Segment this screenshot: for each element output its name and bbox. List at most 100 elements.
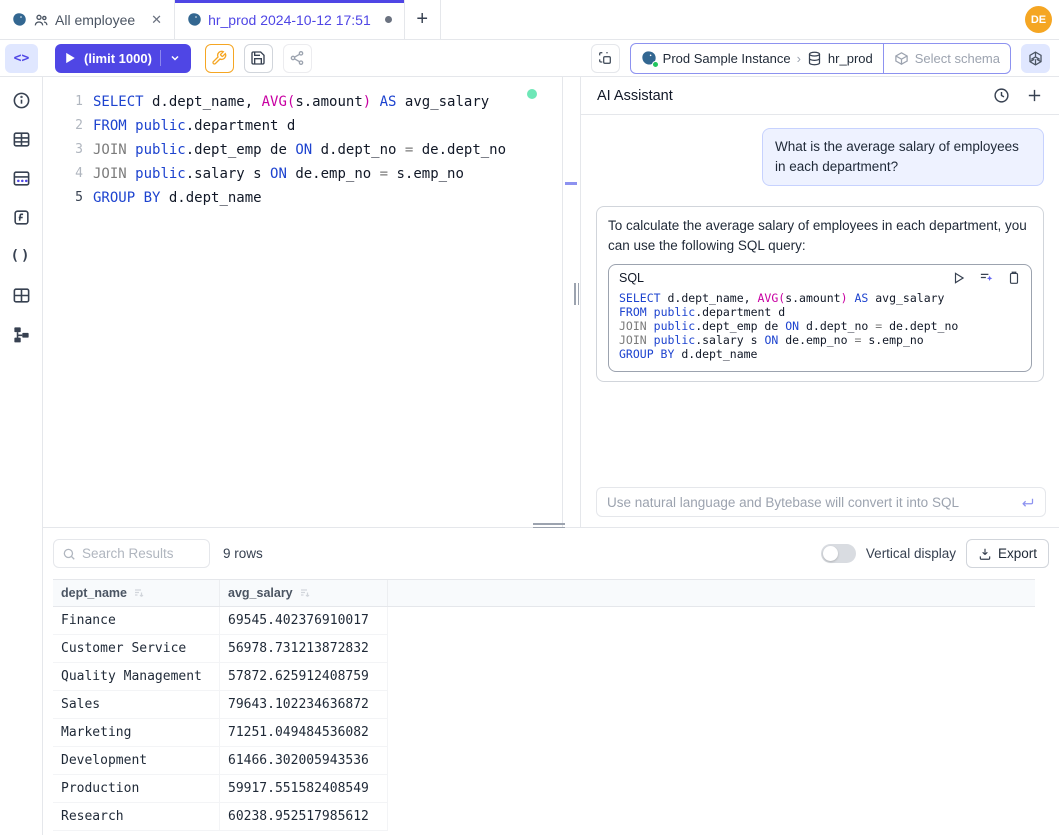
sidebar-procedures-button[interactable]: () bbox=[10, 245, 32, 267]
connection-breadcrumb: Prod Sample Instance › hr_prod Select sc… bbox=[630, 43, 1011, 74]
ai-prompt-input[interactable] bbox=[607, 495, 1020, 510]
search-results-input[interactable] bbox=[82, 546, 201, 561]
row-filler bbox=[388, 803, 1035, 831]
format-sql-button[interactable] bbox=[205, 44, 234, 73]
download-icon bbox=[978, 547, 992, 561]
sidebar-views-button[interactable] bbox=[10, 284, 32, 306]
export-button[interactable]: Export bbox=[966, 539, 1049, 568]
code-panel-toggle-button[interactable]: <> bbox=[5, 44, 38, 73]
column-header-avg-salary[interactable]: avg_salary bbox=[220, 580, 388, 606]
table-row: Sales79643.102234636872 bbox=[53, 691, 1035, 719]
sidebar-tables-button[interactable] bbox=[10, 128, 32, 150]
assistant-intro-text: To calculate the average salary of emplo… bbox=[608, 216, 1032, 256]
insert-sparkle-icon bbox=[978, 270, 995, 285]
info-icon bbox=[12, 91, 31, 110]
insert-into-editor-button[interactable] bbox=[978, 270, 995, 285]
table-row: Finance69545.402376910017 bbox=[53, 607, 1035, 635]
code-line: GROUP BY d.dept_name bbox=[619, 347, 1021, 361]
new-tab-button[interactable]: + bbox=[405, 0, 441, 39]
avatar[interactable]: DE bbox=[1025, 6, 1052, 33]
editor-code[interactable]: SELECT d.dept_name, AVG(s.amount) AS avg… bbox=[93, 90, 562, 210]
cell-avg-salary[interactable]: 56978.731213872832 bbox=[220, 635, 388, 663]
sort-icon[interactable] bbox=[133, 587, 145, 599]
play-outline-icon bbox=[952, 271, 966, 285]
row-filler bbox=[388, 607, 1035, 635]
close-icon[interactable]: ✕ bbox=[151, 12, 162, 28]
cell-dept-name[interactable]: Quality Management bbox=[53, 663, 220, 691]
chevron-down-icon bbox=[169, 52, 181, 64]
database-icon bbox=[807, 51, 822, 66]
history-button[interactable] bbox=[993, 87, 1010, 104]
database-name: hr_prod bbox=[828, 51, 873, 66]
line-number: 2 bbox=[43, 114, 83, 138]
table-row: Customer Service56978.731213872832 bbox=[53, 635, 1035, 663]
cell-avg-salary[interactable]: 79643.102234636872 bbox=[220, 691, 388, 719]
cell-dept-name[interactable]: Marketing bbox=[53, 719, 220, 747]
cell-dept-name[interactable]: Production bbox=[53, 775, 220, 803]
tab-label: hr_prod 2024-10-12 17:51 bbox=[208, 12, 371, 28]
table-icon bbox=[12, 130, 31, 149]
ai-panel-title: AI Assistant bbox=[597, 88, 673, 104]
ai-assistant-button[interactable] bbox=[1021, 44, 1050, 73]
sidebar-schema-diagram-button[interactable] bbox=[10, 323, 32, 345]
row-filler bbox=[388, 691, 1035, 719]
tab-hr-prod[interactable]: hr_prod 2024-10-12 17:51 bbox=[175, 0, 405, 39]
results-toolbar: 9 rows Vertical display Export bbox=[43, 528, 1059, 579]
search-results-box[interactable] bbox=[53, 539, 210, 568]
wrench-icon bbox=[211, 50, 227, 66]
tab-all-employee[interactable]: All employee ✕ bbox=[0, 0, 175, 39]
cell-avg-salary[interactable]: 57872.625912408759 bbox=[220, 663, 388, 691]
code-line: JOIN public.salary s ON de.emp_no = s.em… bbox=[619, 333, 1021, 347]
enter-icon[interactable] bbox=[1020, 495, 1035, 510]
vertical-resize-handle[interactable] bbox=[574, 283, 579, 305]
table-row: Quality Management57872.625912408759 bbox=[53, 663, 1035, 691]
new-chat-button[interactable] bbox=[1026, 87, 1043, 104]
sidebar-info-button[interactable] bbox=[10, 89, 32, 111]
cell-dept-name[interactable]: Research bbox=[53, 803, 220, 831]
cell-avg-salary[interactable]: 69545.402376910017 bbox=[220, 607, 388, 635]
clock-icon bbox=[993, 87, 1010, 104]
code-line: JOIN public.salary s ON de.emp_no = s.em… bbox=[93, 162, 562, 186]
tab-label: All employee bbox=[55, 12, 135, 28]
cell-dept-name[interactable]: Finance bbox=[53, 607, 220, 635]
row-count-label: 9 rows bbox=[223, 546, 263, 561]
schema-placeholder: Select schema bbox=[915, 51, 1000, 66]
code-line: SELECT d.dept_name, AVG(s.amount) AS avg… bbox=[93, 90, 562, 114]
sort-icon[interactable] bbox=[299, 587, 311, 599]
results-table-body: Finance69545.402376910017Customer Servic… bbox=[53, 607, 1035, 831]
left-sidebar: () bbox=[0, 77, 43, 835]
cell-dept-name[interactable]: Development bbox=[53, 747, 220, 775]
results-panel: 9 rows Vertical display Export dept_name… bbox=[43, 527, 1059, 835]
sidebar-functions-button[interactable] bbox=[10, 206, 32, 228]
cell-avg-salary[interactable]: 59917.551582408549 bbox=[220, 775, 388, 803]
share-sheet-button[interactable] bbox=[283, 44, 312, 73]
select-schema-button[interactable]: Select schema bbox=[883, 44, 1010, 73]
cell-dept-name[interactable]: Sales bbox=[53, 691, 220, 719]
column-header-dept-name[interactable]: dept_name bbox=[53, 580, 220, 606]
copy-code-button[interactable] bbox=[1007, 270, 1021, 285]
search-icon bbox=[62, 547, 76, 561]
cell-avg-salary[interactable]: 71251.049484536082 bbox=[220, 719, 388, 747]
sidebar-sample-data-button[interactable] bbox=[10, 167, 32, 189]
instance-name: Prod Sample Instance bbox=[663, 51, 791, 66]
clipboard-icon bbox=[1007, 270, 1021, 285]
table-row: Production59917.551582408549 bbox=[53, 775, 1035, 803]
run-query-button[interactable]: (limit 1000) bbox=[55, 44, 191, 73]
assistant-sql-code: SELECT d.dept_name, AVG(s.amount) AS avg… bbox=[609, 287, 1031, 371]
cell-avg-salary[interactable]: 61466.302005943536 bbox=[220, 747, 388, 775]
batch-query-button[interactable] bbox=[591, 44, 620, 73]
run-code-button[interactable] bbox=[952, 271, 966, 285]
cell-dept-name[interactable]: Customer Service bbox=[53, 635, 220, 663]
export-label: Export bbox=[998, 546, 1037, 561]
connection-instance-database[interactable]: Prod Sample Instance › hr_prod bbox=[631, 44, 883, 73]
save-sheet-button[interactable] bbox=[244, 44, 273, 73]
horizontal-resize-handle[interactable] bbox=[533, 523, 565, 528]
code-language-label: SQL bbox=[619, 271, 644, 285]
vertical-display-toggle[interactable] bbox=[821, 544, 856, 563]
status-dot-icon bbox=[652, 61, 659, 68]
sql-code-block: SQL SELECT d.dept_name, AVG(s.amount) bbox=[608, 264, 1032, 372]
sql-editor[interactable]: 12345 SELECT d.dept_name, AVG(s.amount) … bbox=[43, 77, 580, 527]
postgres-icon bbox=[187, 12, 202, 27]
cell-avg-salary[interactable]: 60238.952517985612 bbox=[220, 803, 388, 831]
results-table: dept_name avg_salary Finance69545.402376… bbox=[53, 579, 1035, 831]
